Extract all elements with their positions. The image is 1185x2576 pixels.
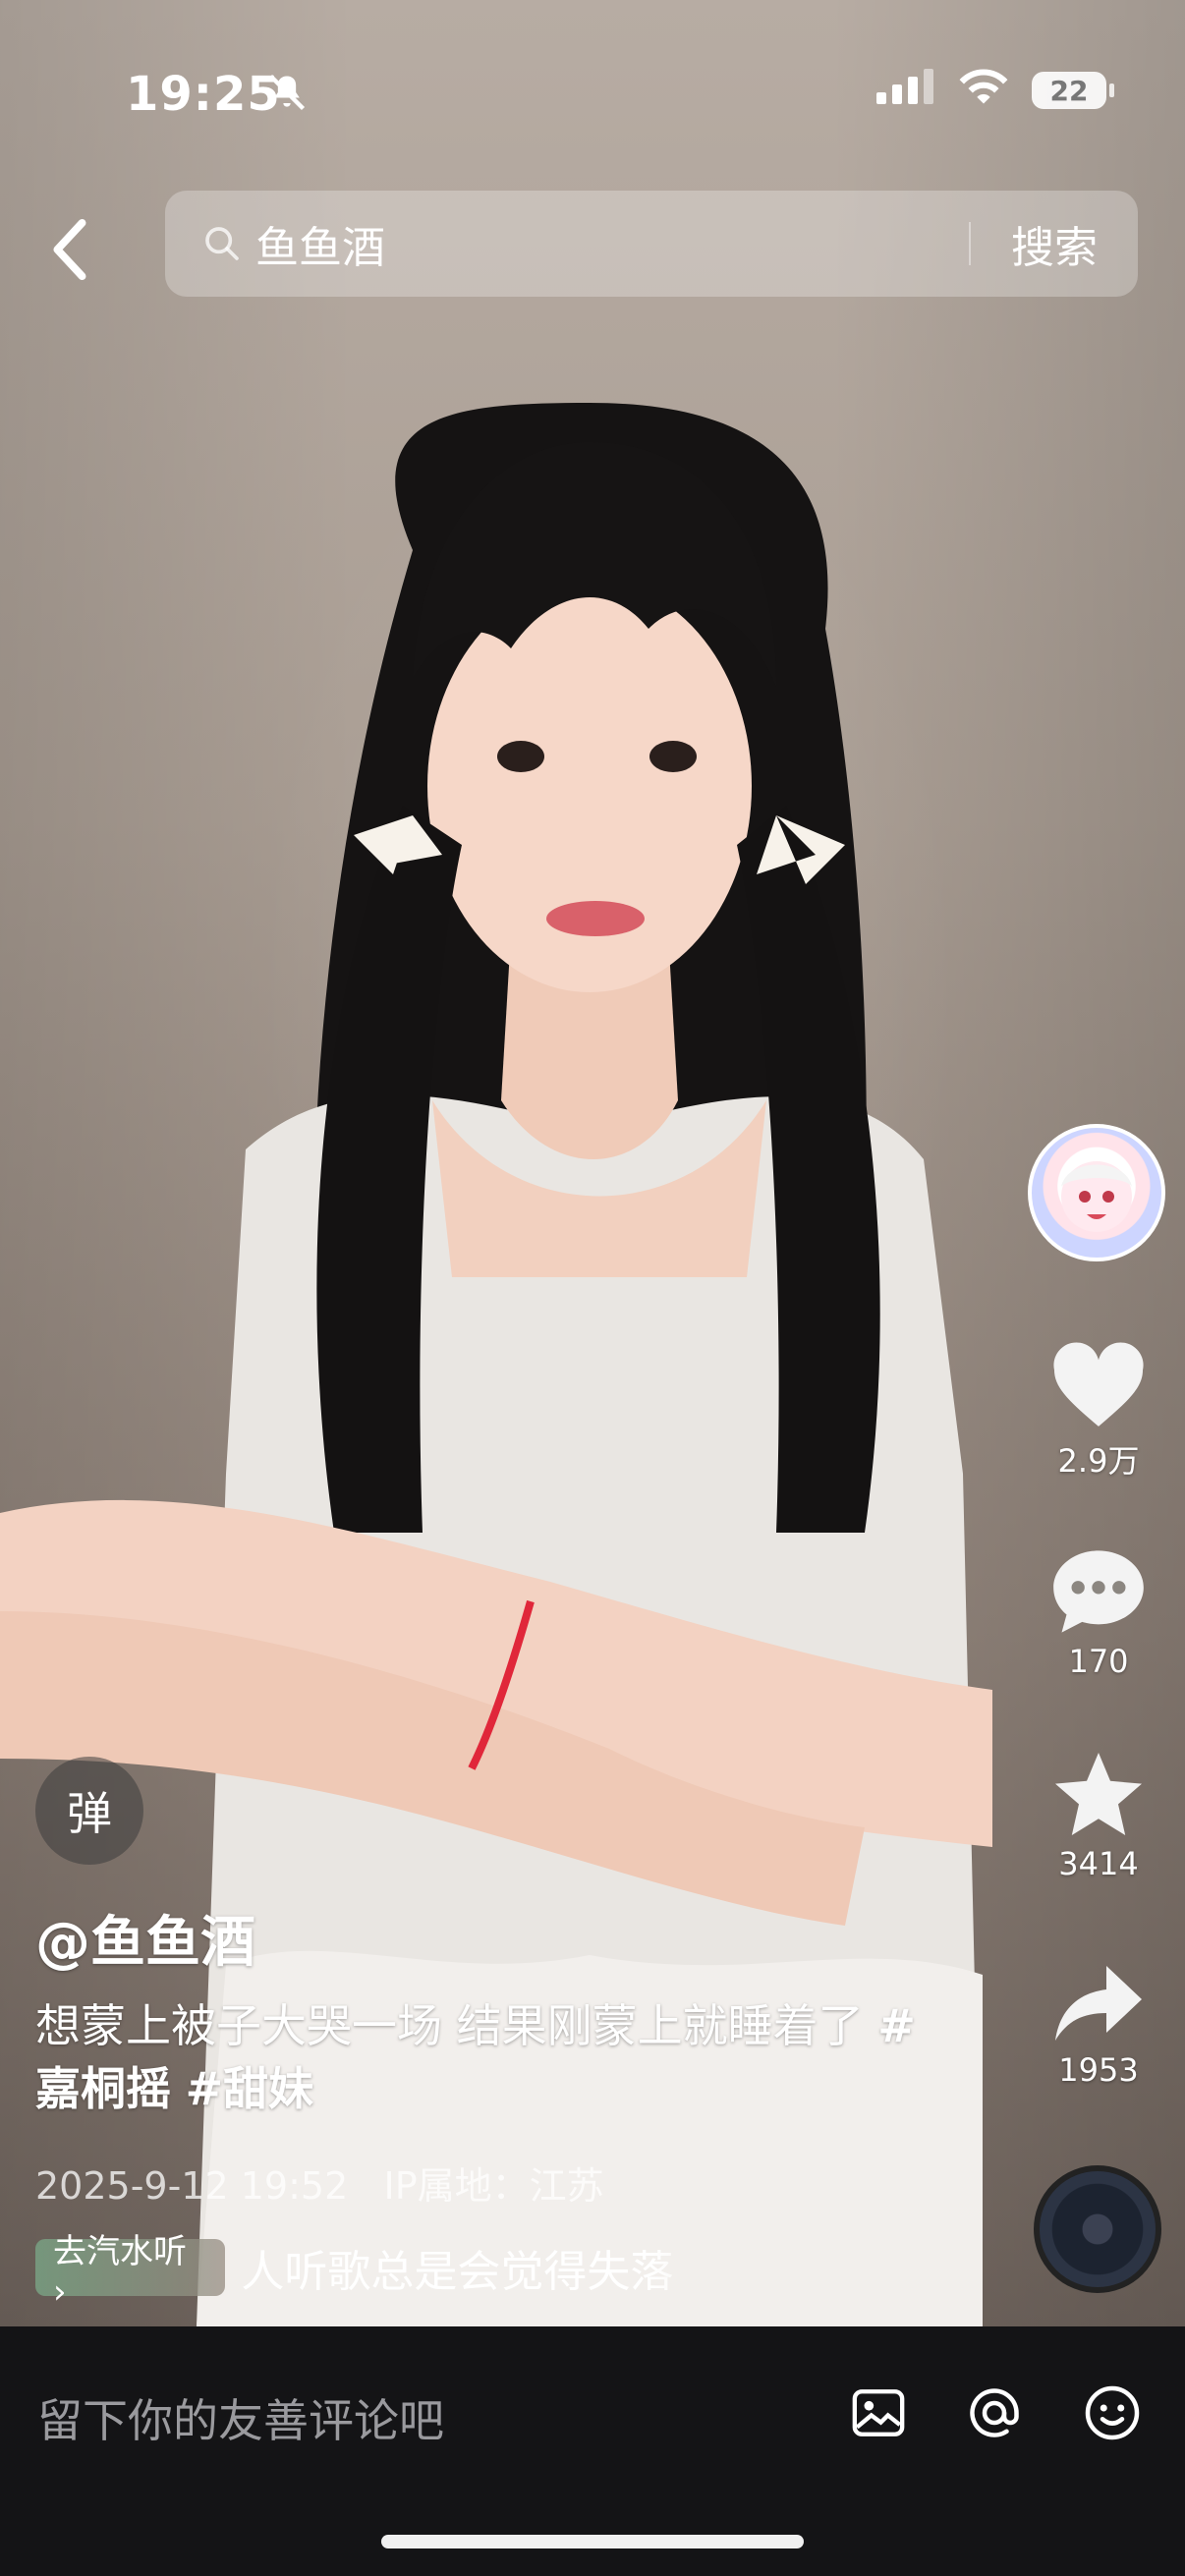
music-disc[interactable] [1034, 2165, 1161, 2293]
favorite-button[interactable]: 3414 [1038, 1749, 1159, 1882]
status-time: 19:25 [126, 67, 281, 122]
comment-icon [1053, 1550, 1144, 1633]
mention-button[interactable] [963, 2381, 1026, 2444]
author-name[interactable]: @鱼鱼酒 [35, 1898, 255, 1978]
share-count: 1953 [1058, 2051, 1139, 2089]
search-input[interactable]: 鱼鱼酒 [255, 212, 969, 275]
star-icon [1055, 1753, 1142, 1835]
back-icon [53, 218, 86, 281]
ip-location: IP属地：江苏 [383, 2164, 604, 2208]
signal-icon [876, 69, 935, 112]
favorite-count: 3414 [1058, 1845, 1139, 1882]
share-button[interactable]: 1953 [1038, 1961, 1159, 2089]
at-icon [970, 2388, 1019, 2437]
emoji-button[interactable] [1081, 2381, 1144, 2444]
search-icon [200, 222, 244, 265]
heart-icon [1053, 1342, 1144, 1427]
music-title: 人听歌总是会觉得失落 [241, 2247, 674, 2297]
back-button[interactable] [39, 210, 98, 289]
comment-button[interactable]: 170 [1038, 1546, 1159, 1680]
comment-count: 170 [1068, 1643, 1129, 1680]
status-icons: 22 [876, 69, 1114, 112]
share-icon [1055, 1966, 1142, 2041]
emoji-icon [1085, 2385, 1140, 2440]
video-description: 想蒙上被子大哭一场 结果刚蒙上就睡着了 #嘉桐摇 #甜妹 [35, 1994, 920, 2120]
home-indicator[interactable] [381, 2535, 804, 2548]
author-avatar[interactable] [1028, 1124, 1165, 1261]
like-count: 2.9万 [1057, 1442, 1140, 1480]
search-bar[interactable]: 鱼鱼酒 搜索 [165, 191, 1138, 297]
image-button[interactable] [847, 2381, 910, 2444]
post-meta: 2025-9-12 19:52 IP属地：江苏 [35, 2156, 604, 2210]
music-row[interactable]: 去汽水听 › 人听歌总是会觉得失落 [35, 2232, 723, 2312]
battery-indicator: 22 [1032, 72, 1114, 109]
comment-input[interactable]: 留下你的友善评论吧 [37, 2385, 444, 2450]
description-text: 想蒙上被子大哭一场 结果刚蒙上就睡着了 [35, 1999, 864, 2052]
danmu-toggle-button[interactable]: 弹 [35, 1757, 143, 1865]
search-button[interactable]: 搜索 [971, 212, 1138, 275]
mute-icon [265, 71, 309, 118]
hashtag-2[interactable]: #甜妹 [186, 2062, 314, 2115]
music-app-chip[interactable]: 去汽水听 › [35, 2232, 226, 2312]
post-date: 2025-9-12 19:52 [35, 2164, 349, 2208]
like-button[interactable]: 2.9万 [1038, 1342, 1159, 1482]
wifi-icon [957, 69, 1010, 112]
image-icon [852, 2389, 905, 2436]
